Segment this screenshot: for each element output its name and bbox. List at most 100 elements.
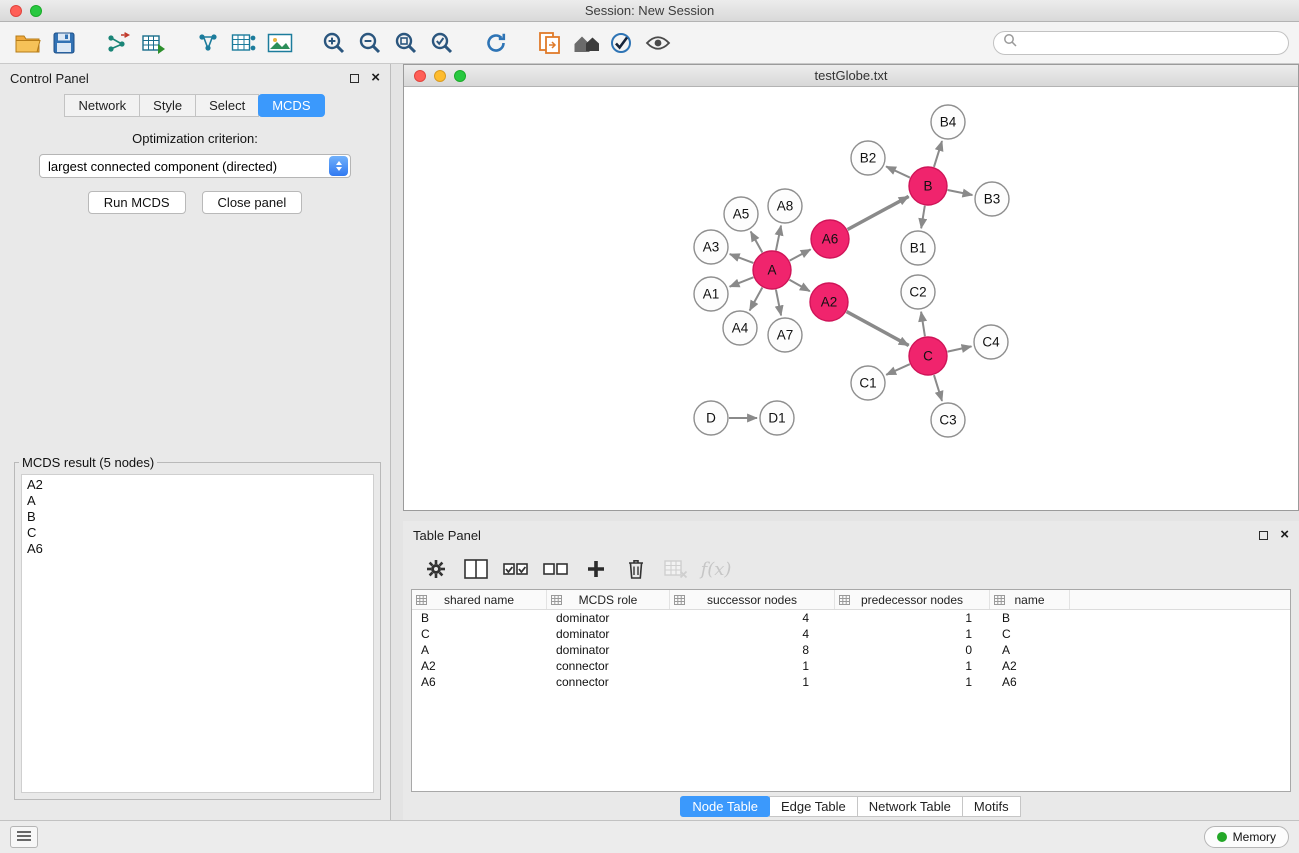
tab-mcds[interactable]: MCDS: [258, 94, 324, 117]
node-B2[interactable]: B2: [851, 141, 885, 175]
tab-motifs[interactable]: Motifs: [962, 796, 1021, 817]
zoom-fit-button[interactable]: [388, 26, 424, 60]
table-row[interactable]: A6connector11A6: [412, 674, 1290, 690]
search-box[interactable]: [993, 31, 1289, 55]
node-A[interactable]: A: [753, 251, 791, 289]
zoom-in-button[interactable]: [316, 26, 352, 60]
memory-button[interactable]: Memory: [1204, 826, 1289, 848]
close-window-button[interactable]: [10, 5, 22, 17]
edge-C-C3[interactable]: [934, 375, 942, 401]
edge-A-A4[interactable]: [750, 288, 763, 311]
edge-A6-B[interactable]: [848, 196, 909, 229]
export-image-button[interactable]: [262, 26, 298, 60]
column-header-name[interactable]: name: [990, 590, 1070, 609]
mcds-result-item[interactable]: A: [27, 493, 368, 509]
node-B3[interactable]: B3: [975, 182, 1009, 216]
zoom-window-button[interactable]: [30, 5, 42, 17]
tab-select[interactable]: Select: [195, 94, 259, 117]
import-network-button[interactable]: [100, 26, 136, 60]
close-table-panel-icon[interactable]: ×: [1280, 530, 1289, 540]
node-C3[interactable]: C3: [931, 403, 965, 437]
column-header-successor-nodes[interactable]: successor nodes: [670, 590, 835, 609]
show-hide-button[interactable]: [640, 26, 676, 60]
apply-style-button[interactable]: [604, 26, 640, 60]
network-canvas[interactable]: B4B2BB3A8A5A6B1A3AC2A1A2A4A7CC4C1C3DD1: [404, 87, 1298, 510]
node-A6[interactable]: A6: [811, 220, 849, 258]
tab-style[interactable]: Style: [139, 94, 196, 117]
mcds-result-list[interactable]: A2ABCA6: [21, 474, 374, 793]
node-D[interactable]: D: [694, 401, 728, 435]
node-A4[interactable]: A4: [723, 311, 757, 345]
float-table-panel-icon[interactable]: [1259, 531, 1268, 540]
edge-B-B3[interactable]: [948, 190, 973, 195]
zoom-out-button[interactable]: [352, 26, 388, 60]
node-B[interactable]: B: [909, 167, 947, 205]
edge-A-A7[interactable]: [776, 290, 781, 316]
table-row[interactable]: Adominator80A: [412, 642, 1290, 658]
node-C4[interactable]: C4: [974, 325, 1008, 359]
apply-layout-button[interactable]: [478, 26, 514, 60]
edge-C-C1[interactable]: [886, 364, 910, 375]
save-session-button[interactable]: [46, 26, 82, 60]
edge-A-A2[interactable]: [789, 280, 809, 291]
mcds-result-item[interactable]: C: [27, 525, 368, 541]
node-A5[interactable]: A5: [724, 197, 758, 231]
task-history-button[interactable]: [10, 826, 38, 848]
column-header-predecessor-nodes[interactable]: predecessor nodes: [835, 590, 990, 609]
network-minimize-button[interactable]: [434, 70, 446, 82]
network-graph[interactable]: B4B2BB3A8A5A6B1A3AC2A1A2A4A7CC4C1C3DD1: [404, 87, 1298, 508]
tab-network-table[interactable]: Network Table: [857, 796, 963, 817]
open-session-button[interactable]: [10, 26, 46, 60]
home-button[interactable]: [568, 26, 604, 60]
column-header-shared-name[interactable]: shared name: [412, 590, 547, 609]
edge-B-B1[interactable]: [921, 206, 925, 229]
edge-A-A3[interactable]: [730, 254, 754, 263]
search-input[interactable]: [1023, 35, 1279, 50]
first-neighbors-button[interactable]: [190, 26, 226, 60]
node-C[interactable]: C: [909, 337, 947, 375]
edge-B-B4[interactable]: [934, 141, 942, 167]
network-close-button[interactable]: [414, 70, 426, 82]
delete-row-button[interactable]: [619, 553, 653, 585]
edge-C-C2[interactable]: [921, 312, 925, 336]
network-zoom-button[interactable]: [454, 70, 466, 82]
tab-node-table[interactable]: Node Table: [680, 796, 770, 817]
select-all-button[interactable]: [499, 553, 533, 585]
edge-C-C4[interactable]: [948, 346, 972, 351]
import-table-button[interactable]: [136, 26, 172, 60]
column-header-MCDS-role[interactable]: MCDS role: [547, 590, 670, 609]
node-A8[interactable]: A8: [768, 189, 802, 223]
edge-A2-C[interactable]: [847, 312, 909, 346]
tab-edge-table[interactable]: Edge Table: [769, 796, 858, 817]
close-panel-icon[interactable]: ×: [371, 73, 380, 83]
edge-A-A5[interactable]: [751, 231, 763, 252]
copy-view-button[interactable]: [532, 26, 568, 60]
node-A1[interactable]: A1: [694, 277, 728, 311]
table-settings-button[interactable]: [419, 553, 453, 585]
close-panel-button[interactable]: Close panel: [202, 191, 303, 214]
tab-network[interactable]: Network: [64, 94, 140, 117]
edge-B-B2[interactable]: [886, 166, 910, 177]
edge-A-A6[interactable]: [790, 249, 811, 260]
edge-A-A8[interactable]: [776, 226, 781, 251]
node-A3[interactable]: A3: [694, 230, 728, 264]
run-mcds-button[interactable]: Run MCDS: [88, 191, 186, 214]
new-network-from-table-button[interactable]: [226, 26, 262, 60]
table-row[interactable]: Cdominator41C: [412, 626, 1290, 642]
edge-A-A1[interactable]: [730, 277, 754, 286]
deselect-all-button[interactable]: [539, 553, 573, 585]
node-A7[interactable]: A7: [768, 318, 802, 352]
node-B1[interactable]: B1: [901, 231, 935, 265]
zoom-selected-button[interactable]: [424, 26, 460, 60]
float-panel-icon[interactable]: [350, 74, 359, 83]
table-row[interactable]: Bdominator41B: [412, 610, 1290, 626]
optimization-criterion-select[interactable]: largest connected component (directed): [39, 154, 351, 178]
node-D1[interactable]: D1: [760, 401, 794, 435]
mcds-result-item[interactable]: B: [27, 509, 368, 525]
node-C2[interactable]: C2: [901, 275, 935, 309]
table-row[interactable]: A2connector11A2: [412, 658, 1290, 674]
add-row-button[interactable]: [579, 553, 613, 585]
mcds-result-item[interactable]: A6: [27, 541, 368, 557]
mcds-result-item[interactable]: A2: [27, 477, 368, 493]
node-C1[interactable]: C1: [851, 366, 885, 400]
